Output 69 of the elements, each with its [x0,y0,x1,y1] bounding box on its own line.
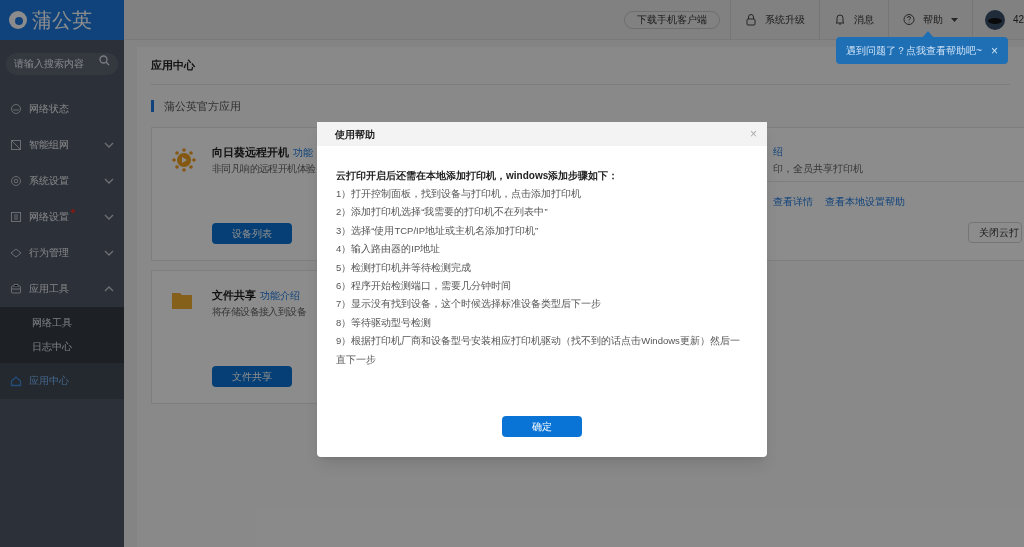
sidebar-item[interactable]: 网络设置 [0,198,124,235]
lock-icon [744,13,757,26]
app-description: 印，全员共享打印机 [773,162,863,176]
section-marker [151,100,154,112]
step-text: 1）打开控制面板，找到设备与打印机，点击添加打印机 [336,187,583,201]
app-button[interactable]: 文件共享 [212,366,292,387]
step-text: 6）程序开始检测端口，需要几分钟时间 [336,279,513,294]
diamond-icon [10,246,22,259]
home-icon [10,374,22,387]
close-button[interactable]: × [991,44,998,57]
logo-text: 蒲公英 [32,10,92,30]
app-title: 向日葵远程开机 [212,145,289,160]
help-link[interactable]: 查看本地设置帮助 [825,194,905,209]
square-icon [10,138,22,151]
sidebar-item[interactable]: 应用中心 [0,362,124,399]
feature-link[interactable]: 绍 [773,144,783,159]
sidebar-label: 网络状态 [29,102,69,116]
folder-icon [172,291,192,309]
top-nav-label: 系统升级 [764,13,805,27]
page-title: 应用中心 [151,58,195,74]
step-text: 2）添加打印机选择“我需要的打印机不在列表中” [336,205,549,220]
step-text: 7）显示没有找到设备，这个时候选择标准设备类型后下一步 [336,297,603,312]
top-nav-label: 帮助 [922,13,943,27]
help-link[interactable]: 查看详情 [773,194,813,209]
sidebar-label: 系统设置 [29,174,69,188]
sidebar-label: 智能组网 [29,138,69,152]
logo-bar[interactable]: 蒲公英 [0,0,124,40]
app-description: 将存储设备接入到设备 [212,305,306,319]
sidebar-item[interactable]: 智能组网 [0,126,124,163]
sidebar-item[interactable]: 行为管理 [0,234,124,271]
gear-icon [10,174,22,187]
toolbox-icon [10,282,22,295]
user-name[interactable]: 42 [1012,12,1024,27]
step-text: 4）输入路由器的IP地址 [336,242,442,257]
submenu-item[interactable]: 网络工具 [0,310,124,335]
submenu-item[interactable]: 日志中心 [0,334,124,359]
help-icon [902,13,915,26]
avatar-icon [984,9,1005,30]
sidebar-item[interactable]: 系统设置 [0,162,124,199]
step-text: 3）选择“使用TCP/IP地址或主机名添加打印机” [336,223,540,238]
step-text: 8）等待驱动型号检测 [336,315,433,330]
step-text: 5）检测打印机并等待检测完成 [336,260,473,275]
tooltip-text: 遇到问题了？点我查看帮助吧~ [846,44,982,58]
search-icon [99,55,110,66]
step-text: 9）根据打印机厂商和设备型号安装相应打印机驱动（找不到的话点击Windows更新）然后一直下一步 [336,334,741,367]
search-field[interactable]: 请输入搜索内容 [6,52,118,75]
dialog-title: 使用帮助 [335,127,375,142]
app-button[interactable]: 设备列表 [212,223,292,244]
bell-icon [833,13,846,26]
list-icon [10,210,22,223]
close-print-button[interactable]: 关闭云打 [968,222,1022,243]
globe-icon [10,102,22,115]
section-title: 蒲公英官方应用 [164,98,241,114]
feature-link[interactable]: 功能 [293,145,313,160]
top-nav-label: 消息 [853,13,874,27]
sidebar-label: 应用中心 [29,374,69,388]
close-button[interactable]: × [750,128,757,140]
tooltip-pointer-icon [922,31,934,38]
feature-link[interactable]: 功能介绍 [260,288,300,303]
top-nav-item[interactable]: 系统升级 [729,0,819,40]
logo-icon [8,10,28,30]
sidebar-label: 行为管理 [29,246,69,260]
app-title: 文件共享 [212,288,256,303]
sidebar-item[interactable]: 网络状态 [0,90,124,127]
app-description: 非同凡响的远程开机体验 [212,162,316,176]
sunflower-icon [172,148,196,172]
ok-button[interactable]: 确定 [502,416,582,437]
sidebar-label: 网络设置 [29,210,69,224]
dialog-heading: 云打印开启后还需在本地添加打印机，windows添加步骤如下： [336,169,620,183]
